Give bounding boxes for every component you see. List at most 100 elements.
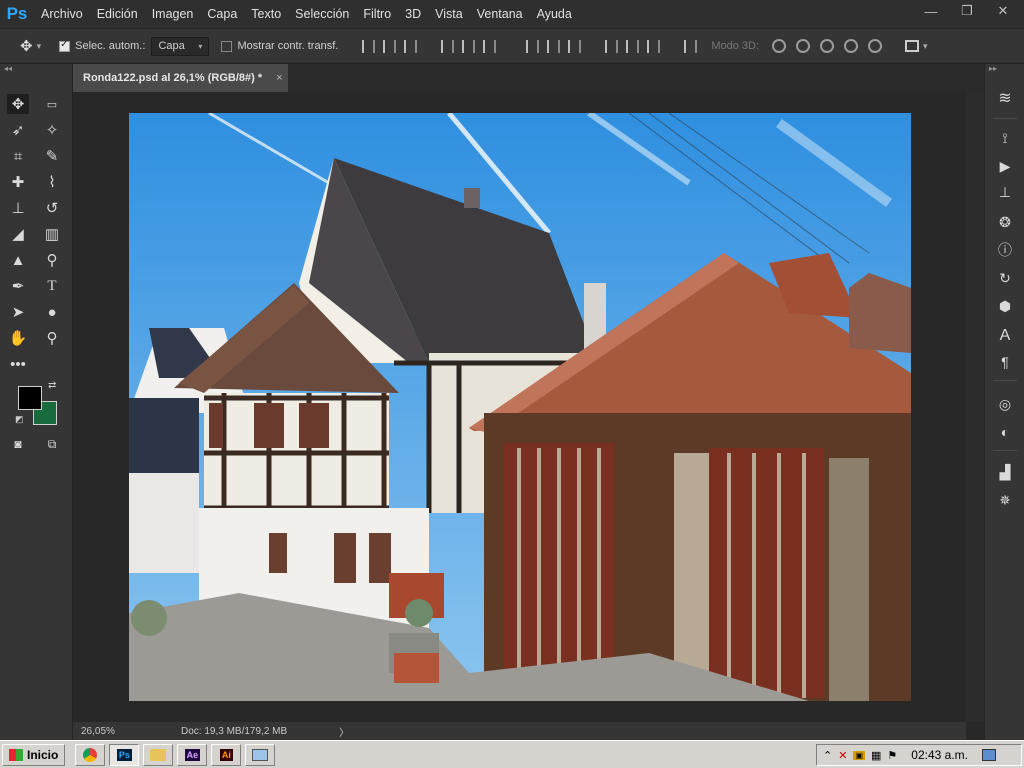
menu-filtro[interactable]: Filtro — [356, 7, 398, 21]
ellipse-tool-icon[interactable]: ● — [41, 302, 63, 322]
actions-icon[interactable]: ▶ — [995, 156, 1015, 176]
history-brush-tool-icon[interactable]: ↺ — [41, 198, 63, 218]
distribute-top-icon[interactable] — [526, 39, 540, 53]
orbit-3d-icon[interactable] — [772, 39, 787, 53]
chevron-down-icon[interactable]: ▾ — [37, 41, 42, 52]
gradient-tool-icon[interactable]: ▥ — [41, 224, 63, 244]
more-tools-icon[interactable]: ••• — [7, 354, 29, 374]
auto-align-icon[interactable] — [684, 39, 698, 53]
flag-icon[interactable]: ⚑ — [887, 749, 897, 762]
auto-select-checkbox[interactable] — [59, 39, 71, 52]
history-icon[interactable]: ↻ — [995, 268, 1015, 288]
type-tool-icon[interactable]: T — [41, 276, 63, 296]
healing-brush-tool-icon[interactable]: ✚ — [7, 172, 29, 192]
dodge-tool-icon[interactable]: ⚲ — [41, 250, 63, 270]
menu-3d[interactable]: 3D — [398, 7, 428, 21]
menu-edicion[interactable]: Edición — [90, 7, 145, 21]
distribute-left-icon[interactable] — [605, 39, 619, 53]
move-tool-preset-icon[interactable]: ✥ — [20, 37, 33, 55]
navigator-icon[interactable]: ✵ — [995, 490, 1015, 510]
paragraph-icon[interactable]: ¶ — [995, 352, 1015, 372]
menu-texto[interactable]: Texto — [244, 7, 288, 21]
move-tool-icon[interactable]: ✥ — [7, 94, 29, 114]
align-right-icon[interactable] — [483, 39, 497, 53]
slide-3d-icon[interactable] — [844, 39, 859, 53]
tray-expand-icon[interactable]: ⌃ — [823, 749, 832, 762]
align-left-icon[interactable] — [441, 39, 455, 53]
artboard-tool-icon[interactable]: ▭ — [41, 94, 63, 114]
magic-wand-tool-icon[interactable]: ✧ — [41, 120, 63, 140]
path-selection-tool-icon[interactable]: ➤ — [7, 302, 29, 322]
menu-imagen[interactable]: Imagen — [145, 7, 201, 21]
menu-vista[interactable]: Vista — [428, 7, 470, 21]
layers-icon[interactable]: ≋ — [995, 88, 1015, 108]
eyedropper-tool-icon[interactable]: ✎ — [41, 146, 63, 166]
minimize-button[interactable]: — — [920, 4, 942, 19]
paths-icon[interactable]: ⟟ — [995, 128, 1015, 148]
swap-colors-icon[interactable]: ⇄ — [48, 380, 56, 391]
menu-seleccion[interactable]: Selección — [288, 7, 356, 21]
status-menu-arrow[interactable]: 〉 — [339, 724, 349, 739]
after-effects-taskbar-button[interactable]: Ae — [177, 743, 208, 766]
canvas-area[interactable] — [73, 92, 966, 722]
sharpen-tool-icon[interactable]: ▲ — [7, 250, 29, 270]
adjustments-icon[interactable]: ◎ — [995, 394, 1015, 414]
default-colors-icon[interactable]: ◩ — [15, 414, 24, 425]
explorer-taskbar-button[interactable] — [143, 743, 174, 766]
zoom-tool-icon[interactable]: ⚲ — [41, 328, 63, 348]
screen-mode-icon[interactable]: ⧉ — [41, 434, 63, 454]
clock[interactable]: 02:43 a.m. — [911, 748, 968, 762]
foreground-color-swatch[interactable] — [18, 386, 42, 410]
scale-3d-icon[interactable] — [868, 39, 883, 53]
app-tray-icon[interactable]: ▣ — [853, 750, 865, 760]
menu-capa[interactable]: Capa — [200, 7, 244, 21]
pan-3d-icon[interactable] — [820, 39, 835, 53]
restore-button[interactable]: ❐ — [956, 3, 978, 19]
histogram-icon[interactable]: ▟ — [995, 462, 1015, 482]
clone-source-icon[interactable]: ⊥ — [995, 182, 1015, 202]
menu-archivo[interactable]: Archivo — [34, 7, 90, 21]
align-vcenter-icon[interactable] — [383, 39, 397, 53]
menu-ventana[interactable]: Ventana — [470, 7, 530, 21]
align-top-icon[interactable] — [362, 39, 376, 53]
distribute-vcenter-icon[interactable] — [547, 39, 561, 53]
close-button[interactable]: ✕ — [992, 3, 1014, 19]
align-hcenter-icon[interactable] — [462, 39, 476, 53]
styles-icon[interactable]: ◐ — [995, 422, 1015, 442]
distribute-hcenter-icon[interactable] — [626, 39, 640, 53]
3d-icon[interactable]: ⬢ — [995, 296, 1015, 316]
show-transform-checkbox[interactable] — [221, 40, 233, 52]
info-icon[interactable]: ⓘ — [995, 240, 1015, 260]
workspace-icon[interactable] — [905, 40, 920, 52]
collapse-icon[interactable]: ◂◂ — [0, 64, 72, 76]
lasso-tool-icon[interactable]: ➶ — [7, 120, 29, 140]
crop-tool-icon[interactable]: ⌗ — [7, 146, 29, 166]
roll-3d-icon[interactable] — [796, 39, 811, 53]
channels-icon[interactable]: ❂ — [995, 212, 1015, 232]
quick-mask-icon[interactable]: ◙ — [7, 434, 29, 454]
chevron-down-icon[interactable]: ▾ — [923, 41, 928, 52]
chrome-taskbar-button[interactable] — [75, 743, 106, 766]
photoshop-taskbar-button[interactable]: Ps — [109, 743, 140, 766]
expand-panels-icon[interactable]: ▸▸ — [985, 64, 1024, 76]
zoom-level[interactable]: 26,05% — [81, 726, 181, 737]
network-icon[interactable]: ▦ — [871, 749, 881, 762]
clone-stamp-tool-icon[interactable]: ⊥ — [7, 198, 29, 218]
menu-ayuda[interactable]: Ayuda — [530, 7, 579, 21]
hand-tool-icon[interactable]: ✋ — [7, 328, 29, 348]
paint-taskbar-button[interactable] — [245, 743, 276, 766]
align-bottom-icon[interactable] — [404, 39, 418, 53]
volume-muted-icon[interactable]: ✕ — [838, 749, 847, 762]
distribute-bottom-icon[interactable] — [568, 39, 582, 53]
distribute-right-icon[interactable] — [647, 39, 661, 53]
auto-select-dropdown[interactable]: Capa ▾ — [151, 36, 210, 56]
brush-tool-icon[interactable]: ⌇ — [41, 172, 63, 192]
show-desktop-icon[interactable] — [981, 749, 996, 761]
document-tab[interactable]: Ronda122.psd al 26,1% (RGB/8#) * × — [73, 64, 288, 92]
document-image[interactable] — [129, 113, 911, 701]
close-tab-icon[interactable]: × — [276, 72, 282, 84]
character-icon[interactable]: A — [995, 326, 1015, 346]
pen-tool-icon[interactable]: ✒ — [7, 276, 29, 296]
start-button[interactable]: Inicio — [2, 743, 66, 766]
illustrator-taskbar-button[interactable]: Ai — [211, 743, 242, 766]
